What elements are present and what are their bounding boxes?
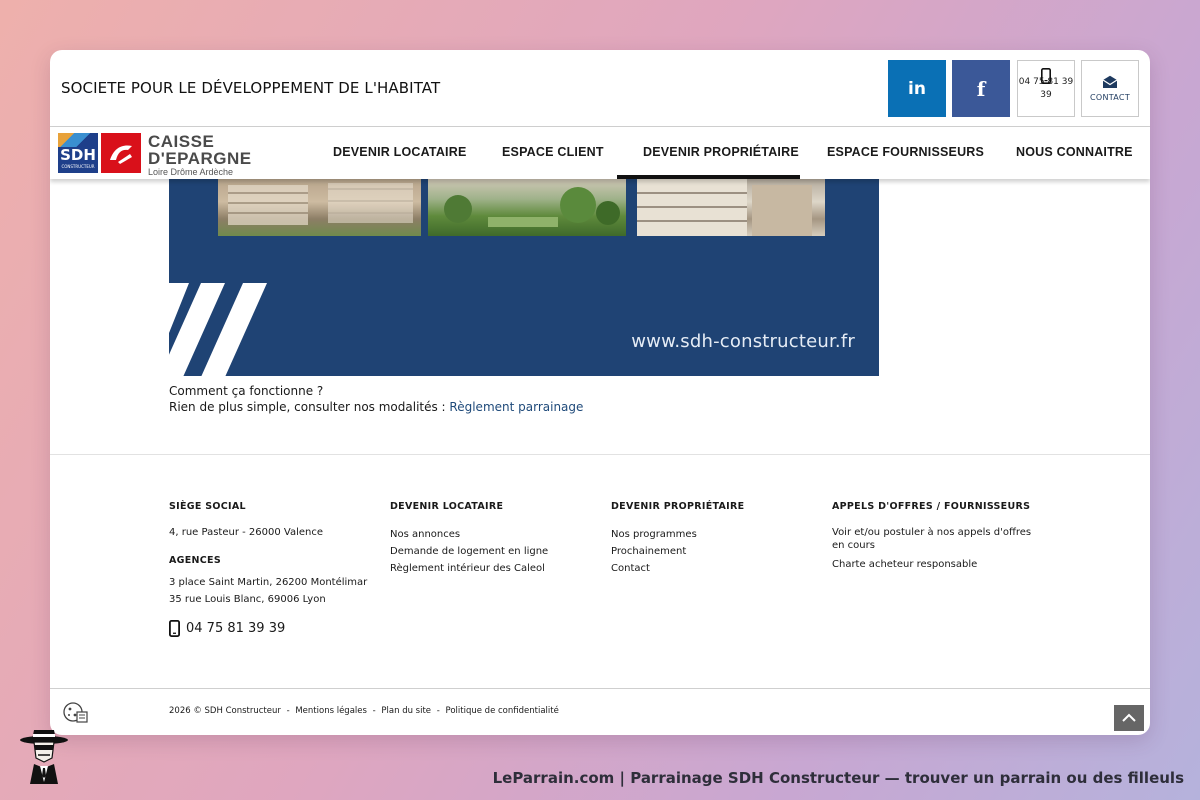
facebook-button[interactable]: f [952, 60, 1010, 117]
mentions-legales-link[interactable]: Mentions légales [295, 706, 367, 716]
building-photo-2 [637, 179, 825, 236]
building-photo-1 [218, 179, 421, 236]
garden-photo [428, 179, 626, 236]
logo-line-2: D'EPARGNE [148, 149, 252, 168]
page-caption: LeParrain.com | Parrainage SDH Construct… [492, 769, 1184, 787]
scroll-to-top-button[interactable] [1114, 705, 1144, 731]
footer-link-prochainement[interactable]: Prochainement [611, 543, 811, 560]
footer-link-reglement[interactable]: Règlement intérieur des Caleol [390, 560, 590, 577]
footer-phone[interactable]: 04 75 81 39 39 [169, 620, 285, 637]
footer-link-charte[interactable]: Charte acheteur responsable [832, 556, 1052, 573]
separator: - [286, 706, 290, 716]
phone-line-2: 39 [1040, 89, 1052, 100]
footer-col-siege: SIÈGE SOCIAL 4, rue Pasteur - 26000 Vale… [169, 501, 369, 608]
facebook-icon: f [976, 76, 986, 101]
logo-text: CAISSE D'EPARGNE Loire Drôme Ardèche [148, 133, 252, 177]
separator: - [372, 706, 376, 716]
footer-agency-2: 35 rue Louis Blanc, 69006 Lyon [169, 594, 326, 605]
footer-agency-1: 3 place Saint Martin, 26200 Montélimar [169, 577, 368, 588]
footer-address: 4, rue Pasteur - 26000 Valence [169, 527, 324, 538]
copyright-text: 2026 © SDH Constructeur [169, 706, 281, 716]
footer-link-appels-line-2: en cours [832, 540, 875, 551]
privacy-policy-link[interactable]: Politique de confidentialité [446, 706, 559, 716]
footer-divider [50, 688, 1150, 689]
banner-url: www.sdh-constructeur.fr [631, 331, 855, 352]
footer-heading-proprietaire: DEVENIR PROPRIÉTAIRE [611, 501, 745, 512]
decorative-stripes [169, 283, 267, 376]
main-nav: SDH CONSTRUCTEUR CAISSE D'EPARGNE Loire … [50, 127, 1150, 179]
footer-link-demande[interactable]: Demande de logement en ligne [390, 543, 590, 560]
envelope-icon [1102, 75, 1118, 88]
footer-phone-number: 04 75 81 39 39 [186, 621, 286, 636]
footer-col-proprietaire: DEVENIR PROPRIÉTAIRE Nos programmes Proc… [611, 501, 811, 577]
contact-label: CONTACT [1089, 93, 1131, 102]
footer-link-annonces[interactable]: Nos annonces [390, 526, 590, 543]
footer-heading-locataire: DEVENIR LOCATAIRE [390, 501, 504, 512]
separator: - [436, 706, 440, 716]
chevron-up-icon [1122, 713, 1136, 722]
sdh-logo-icon: SDH CONSTRUCTEUR [58, 133, 98, 173]
mascot-icon [20, 730, 68, 784]
footer-link-appels[interactable]: Voir et/ou postuler à nos appels d'offre… [832, 526, 1052, 552]
nav-nous-connaitre[interactable]: NOUS CONNAITRE [1016, 127, 1133, 179]
answer-prefix: Rien de plus simple, consulter nos modal… [169, 400, 450, 414]
nav-espace-fournisseurs[interactable]: ESPACE FOURNISSEURS [827, 127, 984, 179]
nav-devenir-proprietaire[interactable]: DEVENIR PROPRIÉTAIRE [617, 127, 800, 179]
footer-col-fournisseurs: APPELS D'OFFRES / FOURNISSEURS Voir et/o… [832, 501, 1052, 573]
footer-bottom-links: 2026 © SDH Constructeur - Mentions légal… [169, 706, 562, 716]
linkedin-icon: in [908, 78, 926, 99]
footer-heading-fournisseurs: APPELS D'OFFRES / FOURNISSEURS [832, 501, 1031, 512]
contact-button[interactable]: CONTACT [1081, 60, 1139, 117]
footer-heading-agences: AGENCES [169, 555, 221, 566]
referral-info: Comment ça fonctionne ? Rien de plus sim… [169, 383, 583, 415]
phone-icon [1041, 67, 1051, 84]
top-bar: SOCIETE POUR LE DÉVELOPPEMENT DE L'HABIT… [50, 50, 1150, 127]
footer-link-appels-line-1: Voir et/ou postuler à nos appels d'offre… [832, 527, 1032, 538]
site-title: SOCIETE POUR LE DÉVELOPPEMENT DE L'HABIT… [61, 79, 441, 97]
phone-button[interactable]: 04 75 81 39 39 [1017, 60, 1075, 117]
divider [50, 454, 1150, 455]
plan-du-site-link[interactable]: Plan du site [381, 706, 431, 716]
promo-banner: www.sdh-constructeur.fr [169, 179, 879, 376]
phone-number-box: 04 75 81 39 39 [1019, 67, 1073, 102]
sdh-logo-text: SDH [60, 146, 96, 164]
nav-devenir-locataire[interactable]: DEVENIR LOCATAIRE [333, 127, 467, 179]
logo-line-1: CAISSE [148, 132, 215, 151]
cookie-settings-icon[interactable] [62, 700, 88, 724]
logo-line-3: Loire Drôme Ardèche [148, 167, 234, 177]
footer-heading-siege: SIÈGE SOCIAL [169, 501, 246, 512]
nav-espace-client[interactable]: ESPACE CLIENT [502, 127, 604, 179]
footer-link-programmes[interactable]: Nos programmes [611, 526, 811, 543]
answer-text: Rien de plus simple, consulter nos modal… [169, 399, 583, 415]
footer-link-contact[interactable]: Contact [611, 560, 811, 577]
logo[interactable]: SDH CONSTRUCTEUR CAISSE D'EPARGNE Loire … [58, 133, 258, 177]
sdh-logo-small: CONSTRUCTEUR [61, 164, 95, 169]
reglement-parrainage-link[interactable]: Règlement parrainage [449, 400, 583, 414]
phone-icon [169, 620, 180, 637]
footer-col-locataire: DEVENIR LOCATAIRE Nos annonces Demande d… [390, 501, 590, 577]
browser-card: SOCIETE POUR LE DÉVELOPPEMENT DE L'HABIT… [50, 50, 1150, 735]
linkedin-button[interactable]: in [888, 60, 946, 117]
question-text: Comment ça fonctionne ? [169, 384, 324, 398]
caisse-epargne-squirrel-icon [101, 133, 141, 173]
